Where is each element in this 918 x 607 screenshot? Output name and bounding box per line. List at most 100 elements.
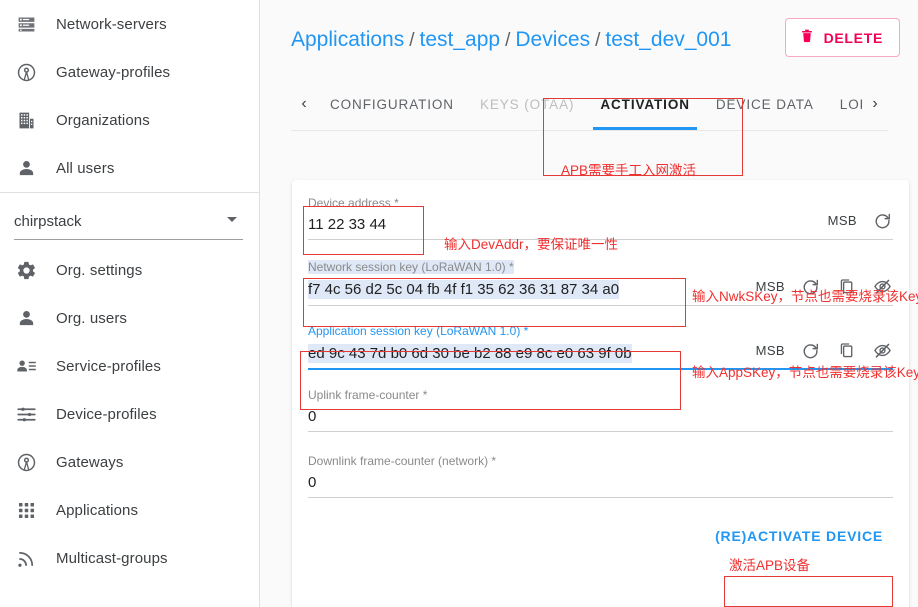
- org-select[interactable]: chirpstack: [14, 203, 243, 240]
- sidebar-item-org-settings[interactable]: Org. settings: [0, 246, 259, 294]
- reactivate-device-button[interactable]: (RE)ACTIVATE DEVICE: [705, 520, 893, 552]
- network-session-key-value[interactable]: f7 4c 56 d2 5c 04 fb 4f f1 35 62 36 31 8…: [308, 280, 620, 299]
- sidebar-item-label: Service-profiles: [56, 357, 161, 375]
- sidebar-item-network-servers[interactable]: Network-servers: [0, 0, 259, 48]
- field-label-text: Network session key (LoRaWAN 1.0): [308, 260, 506, 274]
- tabs-strip: CONFIGURATION KEYS (OTAA) ACTIVATION DEV…: [317, 78, 862, 130]
- uplink-frame-counter-field[interactable]: Uplink frame-counter * 0: [308, 388, 893, 425]
- refresh-icon[interactable]: [799, 339, 821, 361]
- network-session-key-field-row[interactable]: Network session key (LoRaWAN 1.0) * f7 4…: [308, 258, 893, 306]
- sidebar-item-label: Network-servers: [56, 15, 167, 33]
- activation-form-card: Device address * 11 22 33 44 MSB Network…: [292, 180, 909, 607]
- application-session-key-field-row[interactable]: Application session key (LoRaWAN 1.0) * …: [308, 324, 893, 370]
- activate-row: (RE)ACTIVATE DEVICE: [308, 520, 893, 552]
- main-content: Applications / test_app / Devices / test_dev_0…: [261, 0, 918, 607]
- required-marker: *: [394, 196, 399, 210]
- tab-keys-otaa[interactable]: KEYS (OTAA): [467, 78, 587, 130]
- sidebar-item-org-users[interactable]: Org. users: [0, 294, 259, 342]
- required-marker: *: [523, 324, 529, 338]
- sidebar-item-applications[interactable]: Applications: [0, 486, 259, 534]
- device-address-value[interactable]: 11 22 33 44: [308, 216, 818, 233]
- application-session-key-actions: MSB: [756, 339, 893, 363]
- downlink-frame-counter-label: Downlink frame-counter (network) *: [308, 454, 893, 468]
- application-session-key-label: Application session key (LoRaWAN 1.0) *: [308, 324, 746, 338]
- breadcrumb-item-applications[interactable]: Applications: [291, 28, 404, 51]
- person-icon: [16, 158, 56, 179]
- copy-icon[interactable]: [835, 339, 857, 361]
- top-bar: Applications / test_app / Devices / test_dev_0…: [261, 0, 918, 78]
- downlink-frame-counter-value[interactable]: 0: [308, 474, 893, 491]
- field-label-text: Uplink frame-counter: [308, 388, 420, 402]
- trash-icon: [799, 28, 815, 47]
- sidebar-item-device-profiles[interactable]: Device-profiles: [0, 390, 259, 438]
- chevron-down-icon[interactable]: [227, 217, 237, 222]
- breadcrumb: Applications / test_app / Devices / test_dev_0…: [291, 28, 785, 52]
- sidebar-item-organizations[interactable]: Organizations: [0, 96, 259, 144]
- sidebar-item-gateways[interactable]: Gateways: [0, 438, 259, 486]
- delete-button[interactable]: DELETE: [784, 18, 900, 57]
- person-icon: [16, 308, 56, 329]
- msb-label: MSB: [755, 278, 785, 294]
- network-session-key-field[interactable]: Network session key (LoRaWAN 1.0) * f7 4…: [308, 258, 746, 299]
- sidebar: Network-servers Gateway-profiles Organiz…: [0, 0, 260, 607]
- tab-activation[interactable]: ACTIVATION: [587, 78, 703, 130]
- refresh-icon[interactable]: [871, 209, 893, 231]
- breadcrumb-item-test-dev-001[interactable]: test_dev_001: [605, 28, 731, 51]
- device-address-field-row[interactable]: Device address * 11 22 33 44 MSB: [308, 196, 893, 240]
- person-list-icon: [16, 356, 56, 377]
- apps-grid-icon: [16, 500, 56, 521]
- app-root: Network-servers Gateway-profiles Organiz…: [0, 0, 918, 607]
- tune-icon: [16, 404, 56, 425]
- eye-off-icon[interactable]: [871, 339, 893, 361]
- sidebar-item-label: Org. settings: [56, 261, 143, 279]
- sidebar-item-label: Gateways: [56, 453, 124, 471]
- device-address-label: Device address *: [308, 196, 818, 210]
- tabs-prev-arrow[interactable]: ‹: [291, 95, 317, 113]
- sidebar-item-label: Device-profiles: [56, 405, 157, 423]
- tab-device-data[interactable]: DEVICE DATA: [703, 78, 827, 130]
- application-session-key-value[interactable]: ed 9c 43 7d b0 6d 30 be b2 88 e9 8c e0 6…: [308, 344, 632, 363]
- sidebar-item-multicast-groups[interactable]: Multicast-groups: [0, 534, 259, 582]
- org-select-wrapper: chirpstack: [0, 193, 259, 240]
- building-icon: [16, 110, 56, 131]
- org-select-value: chirpstack: [14, 212, 82, 230]
- network-session-key-actions: MSB: [756, 275, 893, 299]
- sidebar-item-all-users[interactable]: All users: [0, 144, 259, 192]
- gear-icon: [16, 260, 56, 281]
- msb-label: MSB: [827, 212, 857, 228]
- field-label-text: Device address: [308, 196, 391, 210]
- required-marker: *: [422, 388, 428, 402]
- eye-off-icon[interactable]: [871, 275, 893, 297]
- tabs-next-arrow[interactable]: ›: [862, 95, 888, 113]
- downlink-frame-counter-field-row[interactable]: Downlink frame-counter (network) * 0: [308, 454, 893, 498]
- sidebar-item-service-profiles[interactable]: Service-profiles: [0, 342, 259, 390]
- msb-label: MSB: [755, 342, 785, 358]
- uplink-frame-counter-label: Uplink frame-counter *: [308, 388, 893, 402]
- sidebar-item-label: Multicast-groups: [56, 549, 168, 567]
- device-address-field[interactable]: Device address * 11 22 33 44: [308, 196, 818, 233]
- sidebar-item-label: All users: [56, 159, 115, 177]
- breadcrumb-separator: /: [595, 30, 601, 51]
- server-icon: [16, 14, 56, 35]
- uplink-frame-counter-field-row[interactable]: Uplink frame-counter * 0: [308, 388, 893, 432]
- delete-button-label: DELETE: [823, 29, 883, 46]
- application-session-key-field[interactable]: Application session key (LoRaWAN 1.0) * …: [308, 324, 746, 363]
- breadcrumb-item-devices[interactable]: Devices: [515, 28, 590, 51]
- breadcrumb-item-test-app[interactable]: test_app: [420, 28, 501, 51]
- refresh-icon[interactable]: [799, 275, 821, 297]
- uplink-frame-counter-value[interactable]: 0: [308, 408, 893, 425]
- rss-icon: [16, 548, 56, 569]
- sidebar-item-label: Org. users: [56, 309, 128, 327]
- sidebar-item-gateway-profiles[interactable]: Gateway-profiles: [0, 48, 259, 96]
- copy-icon[interactable]: [835, 275, 857, 297]
- sidebar-item-label: Gateway-profiles: [56, 63, 171, 81]
- field-label-text: Application session key (LoRaWAN 1.0): [308, 324, 521, 338]
- tab-bar: ‹ CONFIGURATION KEYS (OTAA) ACTIVATION D…: [291, 78, 888, 131]
- tab-lorawan[interactable]: LORAW: [827, 78, 862, 130]
- gateway-icon: [16, 62, 56, 83]
- required-marker: *: [508, 260, 514, 274]
- required-marker: *: [491, 454, 497, 468]
- sidebar-item-label: Applications: [56, 501, 139, 519]
- tab-configuration[interactable]: CONFIGURATION: [317, 78, 467, 130]
- downlink-frame-counter-field[interactable]: Downlink frame-counter (network) * 0: [308, 454, 893, 491]
